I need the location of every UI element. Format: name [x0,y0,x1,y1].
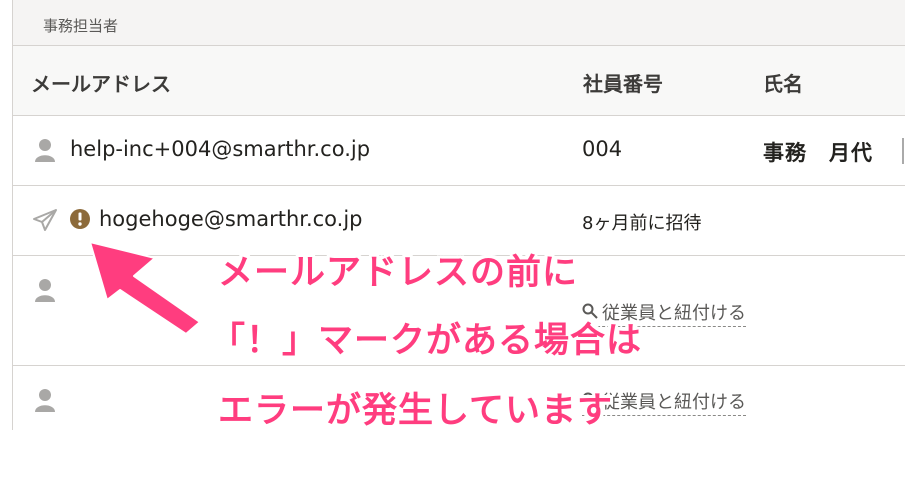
annotation-line-1: メールアドレスの前に [218,253,579,293]
annotation-line-2: 「！」マークがある場合は [210,321,643,361]
annotation-line-3: エラーが発生しています [218,391,613,431]
